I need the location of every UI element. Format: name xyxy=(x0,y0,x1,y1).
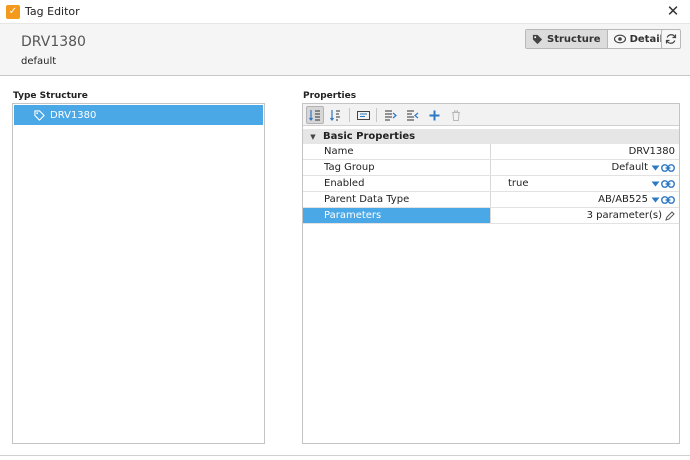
property-value[interactable]: 3 parameter(s) xyxy=(491,208,679,223)
title-bar: ✓ Tag Editor ✕ xyxy=(0,0,690,24)
eye-icon xyxy=(613,34,626,44)
collapse-caret-icon: ▼ xyxy=(310,132,316,141)
properties-toolbar xyxy=(303,104,679,126)
basic-properties-group[interactable]: ▼ Basic Properties xyxy=(303,129,679,144)
type-structure-label: Type Structure xyxy=(13,91,88,101)
property-value[interactable]: AB/AB525 xyxy=(491,192,679,207)
close-button[interactable]: ✕ xyxy=(664,2,682,20)
property-row-parameters[interactable]: Parameters 3 parameter(s) xyxy=(303,208,679,224)
property-name: Parameters xyxy=(303,208,491,223)
tag-icon xyxy=(532,34,543,44)
collapse-all-button[interactable] xyxy=(403,106,421,124)
delete-property-button[interactable] xyxy=(447,106,465,124)
footer-divider xyxy=(0,455,690,456)
sort-category-button[interactable] xyxy=(306,106,324,124)
app-icon: ✓ xyxy=(6,5,20,19)
link-binding-icon[interactable] xyxy=(661,179,675,188)
structure-tab-button[interactable]: Structure xyxy=(526,30,607,48)
property-name: Name xyxy=(303,144,491,159)
tree-item-drv1380[interactable]: DRV1380 xyxy=(14,105,263,125)
dropdown-arrow-icon[interactable] xyxy=(651,197,660,203)
close-icon: ✕ xyxy=(666,2,680,20)
editor-header: DRV1380 default Structure Details xyxy=(0,24,690,76)
collapse-all-icon xyxy=(406,110,418,121)
type-structure-tree: DRV1380 xyxy=(12,103,265,444)
refresh-button[interactable] xyxy=(661,29,681,49)
link-binding-icon[interactable] xyxy=(661,163,675,172)
expand-all-icon xyxy=(384,110,397,121)
dropdown-arrow-icon[interactable] xyxy=(651,165,660,171)
tree-item-label: DRV1380 xyxy=(50,109,97,121)
group-label: Basic Properties xyxy=(323,131,416,142)
tag-provider-subtitle: default xyxy=(21,56,57,67)
property-name: Enabled xyxy=(303,176,491,191)
sort-category-icon xyxy=(309,110,320,121)
window-title: Tag Editor xyxy=(25,5,80,18)
dropdown-arrow-icon[interactable] xyxy=(651,181,660,187)
sort-alpha-icon xyxy=(330,110,340,121)
delete-icon xyxy=(452,110,460,121)
property-row-tag-group[interactable]: Tag Group Default xyxy=(303,160,679,176)
view-toggle: Structure Details xyxy=(525,29,676,49)
property-row-enabled[interactable]: Enabled true xyxy=(303,176,679,192)
structure-tab-label: Structure xyxy=(547,33,601,45)
property-name: Parent Data Type xyxy=(303,192,491,207)
property-value[interactable]: true xyxy=(491,176,679,191)
add-icon xyxy=(429,110,439,120)
add-property-button[interactable] xyxy=(425,106,443,124)
property-value[interactable]: Default xyxy=(491,160,679,175)
properties-label: Properties xyxy=(303,91,357,101)
sort-alpha-button[interactable] xyxy=(327,106,345,124)
properties-panel: ▼ Basic Properties Name DRV1380 Tag Grou… xyxy=(302,103,680,444)
property-value[interactable]: DRV1380 xyxy=(491,144,679,159)
property-row-name[interactable]: Name DRV1380 xyxy=(303,144,679,160)
refresh-icon xyxy=(665,34,677,44)
property-editor-button[interactable] xyxy=(354,106,372,124)
property-name: Tag Group xyxy=(303,160,491,175)
property-row-parent-data-type[interactable]: Parent Data Type AB/AB525 xyxy=(303,192,679,208)
link-binding-icon[interactable] xyxy=(661,195,675,204)
property-editor-icon xyxy=(356,110,370,120)
tag-icon xyxy=(34,109,45,121)
expand-all-button[interactable] xyxy=(381,106,399,124)
pencil-edit-icon[interactable] xyxy=(665,210,675,221)
tag-name-title: DRV1380 xyxy=(21,34,86,50)
